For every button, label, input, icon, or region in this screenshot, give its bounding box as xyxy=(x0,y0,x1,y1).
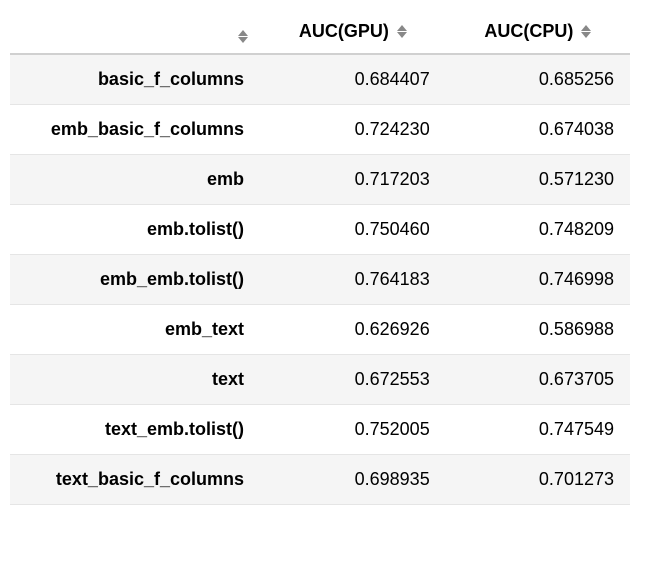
cell-auc-cpu: 0.685256 xyxy=(446,54,630,105)
table-row: basic_f_columns 0.684407 0.685256 xyxy=(10,54,630,105)
row-label: emb_text xyxy=(10,305,260,355)
cell-auc-gpu: 0.724230 xyxy=(260,105,446,155)
row-label: emb xyxy=(10,155,260,205)
table-row: text_basic_f_columns 0.698935 0.701273 xyxy=(10,455,630,505)
table-row: emb_text 0.626926 0.586988 xyxy=(10,305,630,355)
cell-auc-cpu: 0.571230 xyxy=(446,155,630,205)
column-header-label: AUC(GPU) xyxy=(299,21,389,42)
header-row: AUC(GPU) AUC(CPU) xyxy=(10,10,630,54)
cell-auc-gpu: 0.684407 xyxy=(260,54,446,105)
table-row: text_emb.tolist() 0.752005 0.747549 xyxy=(10,405,630,455)
row-label: emb_emb.tolist() xyxy=(10,255,260,305)
table-row: emb_emb.tolist() 0.764183 0.746998 xyxy=(10,255,630,305)
column-header-label: AUC(CPU) xyxy=(484,21,573,42)
cell-auc-cpu: 0.746998 xyxy=(446,255,630,305)
cell-auc-cpu: 0.674038 xyxy=(446,105,630,155)
column-header-auc-gpu[interactable]: AUC(GPU) xyxy=(260,10,446,54)
cell-auc-cpu: 0.701273 xyxy=(446,455,630,505)
cell-auc-gpu: 0.750460 xyxy=(260,205,446,255)
cell-auc-gpu: 0.672553 xyxy=(260,355,446,405)
cell-auc-cpu: 0.747549 xyxy=(446,405,630,455)
column-header-auc-cpu[interactable]: AUC(CPU) xyxy=(446,10,630,54)
table-row: emb 0.717203 0.571230 xyxy=(10,155,630,205)
row-header-column[interactable] xyxy=(10,10,260,54)
sort-icon[interactable] xyxy=(397,25,407,38)
cell-auc-cpu: 0.748209 xyxy=(446,205,630,255)
row-label: text_emb.tolist() xyxy=(10,405,260,455)
sort-icon[interactable] xyxy=(581,25,591,38)
cell-auc-gpu: 0.752005 xyxy=(260,405,446,455)
row-label: basic_f_columns xyxy=(10,54,260,105)
cell-auc-gpu: 0.717203 xyxy=(260,155,446,205)
cell-auc-gpu: 0.764183 xyxy=(260,255,446,305)
data-table: AUC(GPU) AUC(CPU) basic_ xyxy=(10,10,630,505)
row-label: text_basic_f_columns xyxy=(10,455,260,505)
cell-auc-cpu: 0.673705 xyxy=(446,355,630,405)
table-body: basic_f_columns 0.684407 0.685256 emb_ba… xyxy=(10,54,630,505)
row-label: emb.tolist() xyxy=(10,205,260,255)
row-label: emb_basic_f_columns xyxy=(10,105,260,155)
cell-auc-gpu: 0.698935 xyxy=(260,455,446,505)
cell-auc-gpu: 0.626926 xyxy=(260,305,446,355)
table-row: text 0.672553 0.673705 xyxy=(10,355,630,405)
cell-auc-cpu: 0.586988 xyxy=(446,305,630,355)
row-label: text xyxy=(10,355,260,405)
table-row: emb_basic_f_columns 0.724230 0.674038 xyxy=(10,105,630,155)
sort-icon[interactable] xyxy=(238,30,248,43)
table-row: emb.tolist() 0.750460 0.748209 xyxy=(10,205,630,255)
